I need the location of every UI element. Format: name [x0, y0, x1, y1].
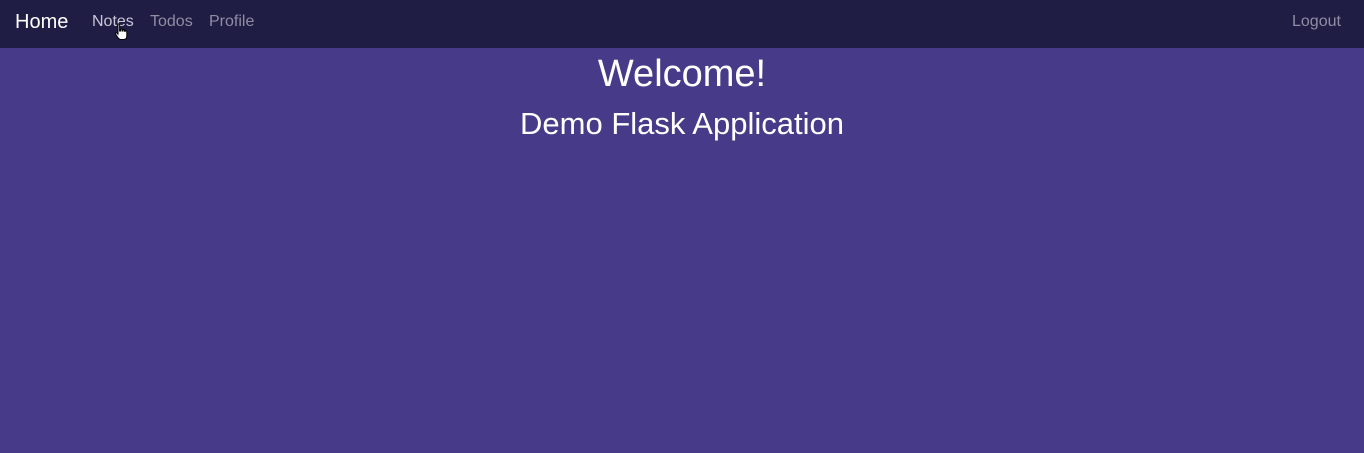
page-subtitle: Demo Flask Application	[520, 106, 844, 141]
profile-link[interactable]: Profile	[209, 13, 254, 31]
hand-pointer-icon	[114, 23, 128, 40]
navbar: Home Notes Todos Profile Logout	[0, 0, 1364, 48]
page-title: Welcome!	[597, 53, 767, 95]
logout-link[interactable]: Logout	[1292, 13, 1341, 31]
main-content: Welcome! Demo Flask Application	[0, 48, 1364, 453]
home-link[interactable]: Home	[15, 11, 68, 33]
todos-link[interactable]: Todos	[150, 13, 193, 31]
